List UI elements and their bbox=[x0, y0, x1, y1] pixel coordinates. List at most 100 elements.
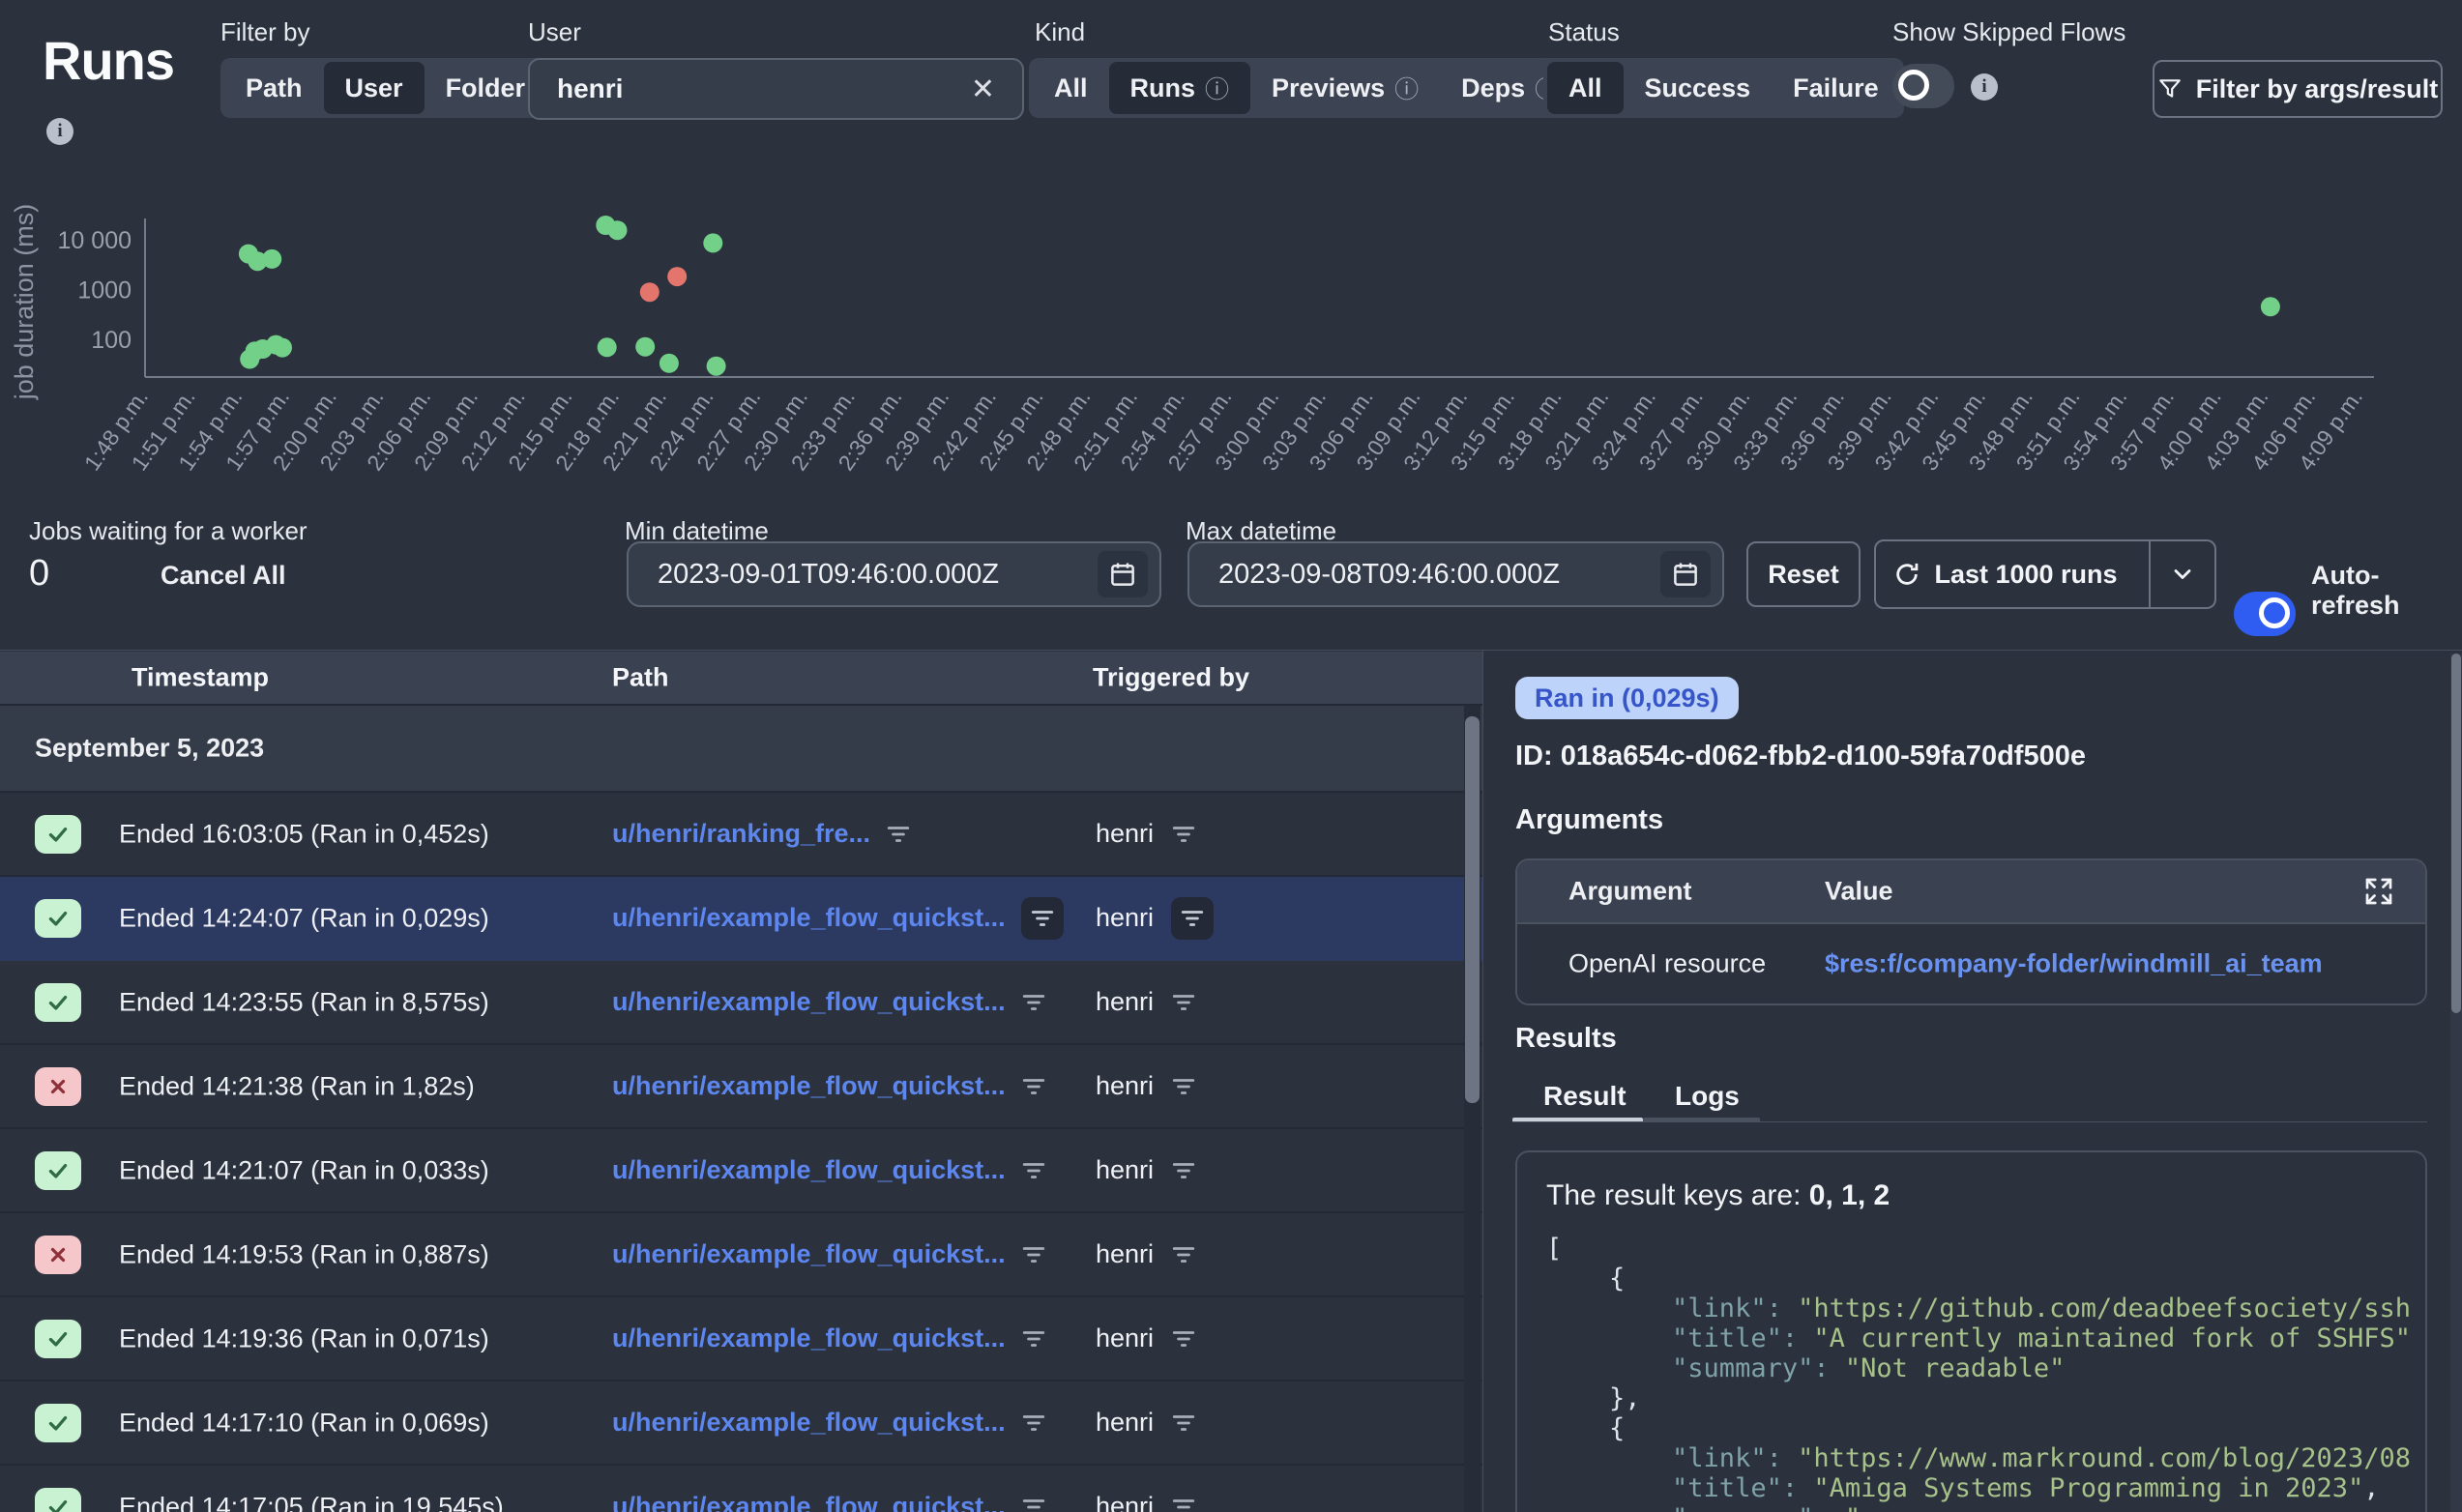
kind-label: Kind bbox=[1035, 17, 1085, 47]
run-dot[interactable] bbox=[635, 337, 655, 357]
filter-icon[interactable] bbox=[1180, 906, 1205, 931]
result-viewer[interactable]: The result keys are: 0, 1, 2 [ { "link":… bbox=[1515, 1150, 2427, 1512]
table-row[interactable]: Ended 14:19:36 (Ran in 0,071s) u/henri/e… bbox=[0, 1297, 1482, 1381]
table-row[interactable]: Ended 14:17:10 (Ran in 0,069s) u/henri/e… bbox=[0, 1381, 1482, 1466]
status-badge bbox=[35, 1404, 81, 1442]
page-scrollbar[interactable] bbox=[2450, 654, 2462, 1512]
run-dot[interactable] bbox=[707, 357, 726, 376]
table-row[interactable]: Ended 14:19:53 (Ran in 0,887s) u/henri/e… bbox=[0, 1213, 1482, 1297]
runs-count-dropdown[interactable] bbox=[2149, 541, 2214, 607]
result-keys-line: The result keys are: 0, 1, 2 bbox=[1546, 1179, 2396, 1212]
cancel-all-button[interactable]: Cancel All bbox=[161, 561, 286, 591]
filter-icon[interactable] bbox=[1021, 1242, 1046, 1267]
table-row[interactable]: Ended 16:03:05 (Ran in 0,452s) u/henri/r… bbox=[0, 793, 1482, 877]
filter-icon[interactable] bbox=[1021, 1158, 1046, 1183]
path-filter-button[interactable] bbox=[1021, 897, 1064, 940]
filter-icon[interactable] bbox=[1030, 906, 1055, 931]
clear-user-icon[interactable]: ✕ bbox=[971, 73, 995, 106]
user-label: User bbox=[528, 17, 581, 47]
status-badge bbox=[35, 1236, 81, 1274]
table-row[interactable]: Ended 14:17:05 (Ran in 19,545s) u/henri/… bbox=[0, 1466, 1482, 1512]
run-dot[interactable] bbox=[703, 233, 722, 252]
tab-kind-all[interactable]: All bbox=[1033, 62, 1109, 114]
refresh-runs-button[interactable]: Last 1000 runs bbox=[1876, 541, 2135, 607]
status-badge bbox=[35, 1151, 81, 1190]
argument-value-link[interactable]: $res:f/company-folder/windmill_ai_team bbox=[1825, 949, 2323, 979]
table-scrollbar[interactable] bbox=[1464, 706, 1480, 1512]
run-dot[interactable] bbox=[598, 337, 617, 357]
run-path-link[interactable]: u/henri/example_flow_quickst... bbox=[612, 1155, 1006, 1185]
user-filter-button[interactable] bbox=[1171, 897, 1214, 940]
success-check-icon bbox=[44, 990, 72, 1015]
run-path-link[interactable]: u/henri/ranking_fre... bbox=[612, 819, 870, 849]
table-row[interactable]: Ended 14:21:07 (Ran in 0,033s) u/henri/e… bbox=[0, 1129, 1482, 1213]
info-icon: ⓘ bbox=[1205, 71, 1229, 105]
run-dot[interactable] bbox=[608, 220, 628, 240]
tab-status-success[interactable]: Success bbox=[1624, 62, 1773, 114]
run-dot[interactable] bbox=[640, 282, 659, 302]
run-dot[interactable] bbox=[2261, 297, 2280, 316]
run-path-link[interactable]: u/henri/example_flow_quickst... bbox=[612, 1071, 1006, 1101]
filter-icon[interactable] bbox=[1021, 1074, 1046, 1099]
tab-status-failure[interactable]: Failure bbox=[1772, 62, 1900, 114]
filter-icon[interactable] bbox=[1171, 1410, 1196, 1436]
filter-args-button[interactable]: Filter by args/result bbox=[2153, 60, 2443, 118]
run-path-link[interactable]: u/henri/example_flow_quickst... bbox=[612, 903, 1006, 933]
max-datetime-input[interactable]: 2023-09-08T09:46:00.000Z bbox=[1187, 541, 1724, 607]
status-badge bbox=[35, 815, 81, 854]
tab-status-all[interactable]: All bbox=[1547, 62, 1624, 114]
run-path-link[interactable]: u/henri/example_flow_quickst... bbox=[612, 1492, 1006, 1512]
tab-user[interactable]: User bbox=[324, 62, 425, 114]
filter-icon[interactable] bbox=[1021, 1326, 1046, 1352]
triggered-by-user: henri bbox=[1096, 1408, 1154, 1438]
run-path-link[interactable]: u/henri/example_flow_quickst... bbox=[612, 1408, 1006, 1438]
calendar-icon[interactable] bbox=[1660, 551, 1711, 597]
results-title: Results bbox=[1515, 1023, 1617, 1055]
run-path-link[interactable]: u/henri/example_flow_quickst... bbox=[612, 987, 1006, 1017]
filter-icon[interactable] bbox=[886, 822, 911, 847]
date-group-row: September 5, 2023 bbox=[0, 706, 1482, 793]
reset-button[interactable]: Reset bbox=[1746, 541, 1861, 607]
table-row[interactable]: Ended 14:21:38 (Ran in 1,82s) u/henri/ex… bbox=[0, 1045, 1482, 1129]
filter-icon[interactable] bbox=[1171, 990, 1196, 1015]
show-skipped-label: Show Skipped Flows bbox=[1892, 17, 2125, 47]
arguments-title: Arguments bbox=[1515, 804, 1663, 836]
filter-icon[interactable] bbox=[1171, 1326, 1196, 1352]
filter-icon[interactable] bbox=[1171, 822, 1196, 847]
tab-path[interactable]: Path bbox=[224, 62, 324, 114]
run-path-link[interactable]: u/henri/example_flow_quickst... bbox=[612, 1323, 1006, 1353]
filter-icon[interactable] bbox=[1171, 1158, 1196, 1183]
run-dot[interactable] bbox=[262, 249, 281, 269]
run-dot[interactable] bbox=[659, 354, 679, 373]
run-path-link[interactable]: u/henri/example_flow_quickst... bbox=[612, 1239, 1006, 1269]
argument-name: OpenAI resource bbox=[1568, 949, 1766, 979]
tab-result[interactable]: Result bbox=[1543, 1081, 1627, 1112]
tab-kind-previews[interactable]: Previewsⓘ bbox=[1250, 62, 1440, 114]
show-skipped-toggle[interactable] bbox=[1892, 64, 1954, 108]
tab-kind-runs[interactable]: Runsⓘ bbox=[1109, 62, 1251, 114]
auto-refresh-toggle[interactable] bbox=[2234, 592, 2296, 636]
filter-icon[interactable] bbox=[1021, 990, 1046, 1015]
argument-row: OpenAI resource $res:f/company-folder/wi… bbox=[1517, 922, 2425, 1003]
calendar-icon[interactable] bbox=[1098, 551, 1148, 597]
expand-icon[interactable] bbox=[2361, 874, 2396, 909]
skipped-info-icon[interactable]: i bbox=[1971, 73, 1998, 101]
runs-info-icon[interactable]: i bbox=[46, 118, 73, 145]
run-dot[interactable] bbox=[273, 338, 292, 358]
arguments-table-header: Argument Value bbox=[1517, 860, 2425, 922]
filter-icon[interactable] bbox=[1171, 1074, 1196, 1099]
last-runs-button[interactable]: Last 1000 runs bbox=[1874, 539, 2216, 609]
table-row[interactable]: Ended 14:23:55 (Ran in 8,575s) u/henri/e… bbox=[0, 961, 1482, 1045]
run-timestamp: Ended 14:19:53 (Ran in 0,887s) bbox=[119, 1239, 489, 1269]
tab-logs[interactable]: Logs bbox=[1675, 1081, 1740, 1112]
run-timestamp: Ended 14:23:55 (Ran in 8,575s) bbox=[119, 987, 489, 1017]
filter-icon[interactable] bbox=[1021, 1410, 1046, 1436]
runs-table: Timestamp Path Triggered by September 5,… bbox=[0, 652, 1482, 1512]
filter-icon[interactable] bbox=[1171, 1495, 1196, 1512]
user-filter-input[interactable]: henri ✕ bbox=[528, 58, 1024, 120]
min-datetime-input[interactable]: 2023-09-01T09:46:00.000Z bbox=[627, 541, 1161, 607]
run-dot[interactable] bbox=[667, 267, 687, 286]
filter-icon[interactable] bbox=[1171, 1242, 1196, 1267]
filter-icon[interactable] bbox=[1021, 1495, 1046, 1512]
table-row[interactable]: Ended 14:24:07 (Ran in 0,029s) u/henri/e… bbox=[0, 877, 1482, 961]
